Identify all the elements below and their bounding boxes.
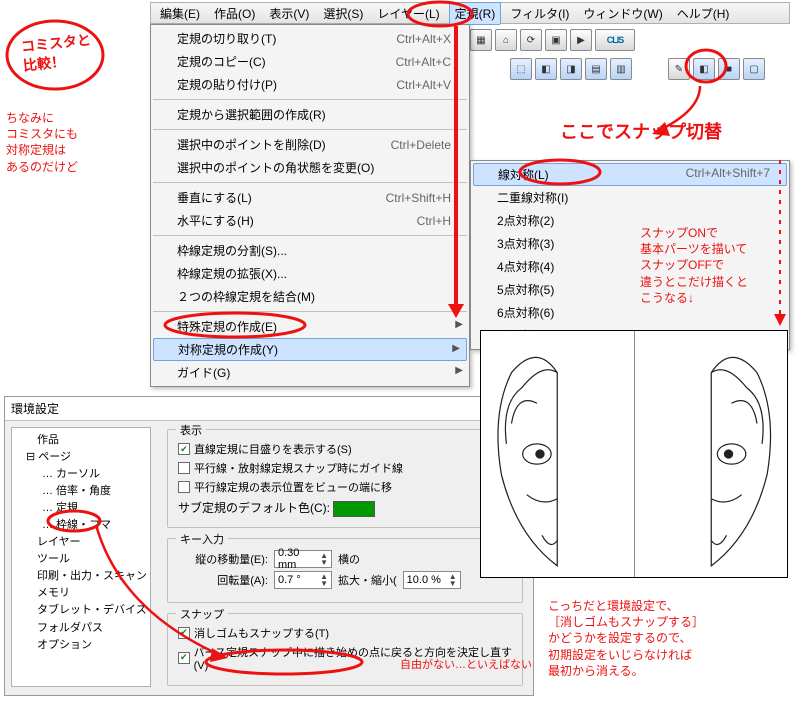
tree-node[interactable]: オプション bbox=[14, 637, 148, 654]
group-key: キー入力 縦の移動量(E): 0.30 mm▲▼ 横の 回転量(A): 0.7 … bbox=[167, 538, 523, 603]
menu-item[interactable]: 対称定規の作成(Y)▶ bbox=[153, 338, 467, 361]
tool-icon[interactable]: ▶ bbox=[570, 29, 592, 51]
tool-icon[interactable]: ▦ bbox=[470, 29, 492, 51]
tree-node[interactable]: タブレット・デバイス bbox=[14, 602, 148, 619]
chk-show-scale[interactable]: ✔直線定規に目盛りを表示する(S) bbox=[178, 441, 512, 457]
menu-filter[interactable]: フィルタ(I) bbox=[505, 3, 574, 24]
menu-layer[interactable]: レイヤー(L) bbox=[372, 3, 444, 24]
menu-item[interactable]: 定規から選択範囲の作成(R) bbox=[151, 103, 469, 126]
menu-item[interactable]: 定規の切り取り(T)Ctrl+Alt+X bbox=[151, 27, 469, 50]
preferences-dialog: 環境設定 作品⊟ ページ… カーソル… 倍率・角度… 定規… 枠線・コマ レイヤ… bbox=[4, 396, 534, 696]
note-bubble: コミスタと 比較！ bbox=[20, 30, 94, 75]
menu-help[interactable]: ヘルプ(H) bbox=[672, 3, 735, 24]
tool-icon[interactable]: ▢ bbox=[743, 58, 765, 80]
menu-item[interactable]: 水平にする(H)Ctrl+H bbox=[151, 209, 469, 232]
chk-edge-pos[interactable]: 平行線定規の表示位置をビューの端に移 bbox=[178, 479, 512, 495]
toolbar-top: ▦ ⌂ ⟳ ▣ ▶ CLIS bbox=[470, 26, 790, 54]
tree-node[interactable]: … 定規 bbox=[14, 500, 148, 517]
input-move-v[interactable]: 0.30 mm▲▼ bbox=[274, 550, 332, 568]
prefs-tree[interactable]: 作品⊟ ページ… カーソル… 倍率・角度… 定規… 枠線・コマ レイヤー ツール… bbox=[11, 427, 151, 687]
input-rotate[interactable]: 0.7 °▲▼ bbox=[274, 571, 332, 589]
lbl-rotate: 回転量(A): bbox=[178, 572, 268, 588]
menu-item[interactable]: 垂直にする(L)Ctrl+Shift+H bbox=[151, 186, 469, 209]
menu-ruler[interactable]: 定規(R) bbox=[449, 2, 502, 25]
tool-icon[interactable]: ▥ bbox=[610, 58, 632, 80]
menu-item[interactable]: 枠線定規の拡張(X)... bbox=[151, 262, 469, 285]
tree-node[interactable]: ツール bbox=[14, 551, 148, 568]
menu-item[interactable]: 選択中のポイントを削除(D)Ctrl+Delete bbox=[151, 133, 469, 156]
input-scale[interactable]: 10.0 %▲▼ bbox=[403, 571, 461, 589]
submenu-item[interactable]: 線対称(L)Ctrl+Alt+Shift+7 bbox=[473, 163, 787, 186]
menu-edit[interactable]: 編集(E) bbox=[155, 3, 205, 24]
chk-guide-line[interactable]: 平行線・放射線定規スナップ時にガイド線 bbox=[178, 460, 512, 476]
tool-icon[interactable]: ⟳ bbox=[520, 29, 542, 51]
menu-work[interactable]: 作品(O) bbox=[209, 3, 260, 24]
legend-key: キー入力 bbox=[176, 531, 228, 547]
menubar: 編集(E) 作品(O) 表示(V) 選択(S) レイヤー(L) 定規(R) フィ… bbox=[150, 2, 790, 24]
menu-view[interactable]: 表示(V) bbox=[264, 3, 314, 24]
legend-snap: スナップ bbox=[176, 606, 228, 622]
ruler-menu-dropdown: 定規の切り取り(T)Ctrl+Alt+X定規のコピー(C)Ctrl+Alt+C定… bbox=[150, 24, 470, 387]
menu-window[interactable]: ウィンドウ(W) bbox=[578, 3, 667, 24]
tool-clis[interactable]: CLIS bbox=[595, 29, 635, 51]
sub-color-swatch[interactable] bbox=[333, 501, 375, 517]
snap-toggle-icon[interactable]: ✎ bbox=[668, 58, 690, 80]
tree-node[interactable]: … 枠線・コマ bbox=[14, 517, 148, 534]
sub-color-label: サブ定規のデフォルト色(C): bbox=[178, 501, 330, 515]
menu-item[interactable]: 枠線定規の分割(S)... bbox=[151, 239, 469, 262]
legend-display: 表示 bbox=[176, 422, 206, 438]
submenu-item[interactable]: 二重線対称(I) bbox=[471, 186, 789, 209]
menu-item[interactable]: 特殊定規の作成(E)▶ bbox=[151, 315, 469, 338]
menu-item[interactable]: 定規のコピー(C)Ctrl+Alt+C bbox=[151, 50, 469, 73]
note-freedom: 自由がない…といえばない bbox=[400, 658, 532, 673]
tool-icon[interactable]: ▤ bbox=[585, 58, 607, 80]
tree-node[interactable]: 作品 bbox=[14, 432, 148, 449]
menu-select[interactable]: 選択(S) bbox=[318, 3, 368, 24]
prefs-form: 表示 ✔直線定規に目盛りを表示する(S) 平行線・放射線定規スナップ時にガイド線… bbox=[157, 421, 533, 693]
lbl-move-h: 横の bbox=[338, 551, 360, 567]
menu-item[interactable]: 定規の貼り付け(P)Ctrl+Alt+V bbox=[151, 73, 469, 96]
chk-eraser-snap[interactable]: ✔消しゴムもスナップする(T) bbox=[178, 625, 512, 641]
tree-node[interactable]: ⊟ ページ bbox=[14, 449, 148, 466]
tree-node[interactable]: メモリ bbox=[14, 585, 148, 602]
tool-icon[interactable]: ◧ bbox=[535, 58, 557, 80]
tool-icon[interactable]: ⬚ bbox=[510, 58, 532, 80]
symmetry-illustration bbox=[480, 330, 788, 578]
group-snap: スナップ ✔消しゴムもスナップする(T) ✔パース定規スナップ中に描き始めの点に… bbox=[167, 613, 523, 686]
note-left: ちなみに コミスタにも 対称定規は あるのだけど bbox=[6, 110, 78, 175]
menu-item[interactable]: ２つの枠線定規を結合(M) bbox=[151, 285, 469, 308]
tool-icon[interactable]: ■ bbox=[718, 58, 740, 80]
lbl-move-v: 縦の移動量(E): bbox=[178, 551, 268, 567]
menu-item[interactable]: 選択中のポイントの角状態を変更(O) bbox=[151, 156, 469, 179]
tool-icon[interactable]: ▣ bbox=[545, 29, 567, 51]
tree-node[interactable]: 印刷・出力・スキャン bbox=[14, 568, 148, 585]
tool-icon[interactable]: ◨ bbox=[560, 58, 582, 80]
group-display: 表示 ✔直線定規に目盛りを表示する(S) 平行線・放射線定規スナップ時にガイド線… bbox=[167, 429, 523, 528]
tree-node[interactable]: … 倍率・角度 bbox=[14, 483, 148, 500]
menu-item[interactable]: ガイド(G)▶ bbox=[151, 361, 469, 384]
note-snap-toggle: ここでスナップ切替 bbox=[560, 120, 722, 144]
prefs-title: 環境設定 bbox=[5, 397, 533, 421]
tree-node[interactable]: … カーソル bbox=[14, 466, 148, 483]
note-bottom-right: こっちだと環境設定で、 ［消しゴムもスナップする］ かどうかを設定するので、 初… bbox=[548, 598, 704, 679]
lbl-scale: 拡大・縮小( bbox=[338, 572, 397, 588]
tree-node[interactable]: レイヤー bbox=[14, 534, 148, 551]
toolbar-second: ⬚ ◧ ◨ ▤ ▥ ✎ ◧ ■ ▢ bbox=[510, 55, 790, 83]
tool-icon[interactable]: ⌂ bbox=[495, 29, 517, 51]
note-right: スナップONで 基本パーツを描いて スナップOFFで 違うとこだけ描くと こうな… bbox=[640, 225, 748, 306]
tool-icon[interactable]: ◧ bbox=[693, 58, 715, 80]
tree-node[interactable]: フォルダパス bbox=[14, 620, 148, 637]
